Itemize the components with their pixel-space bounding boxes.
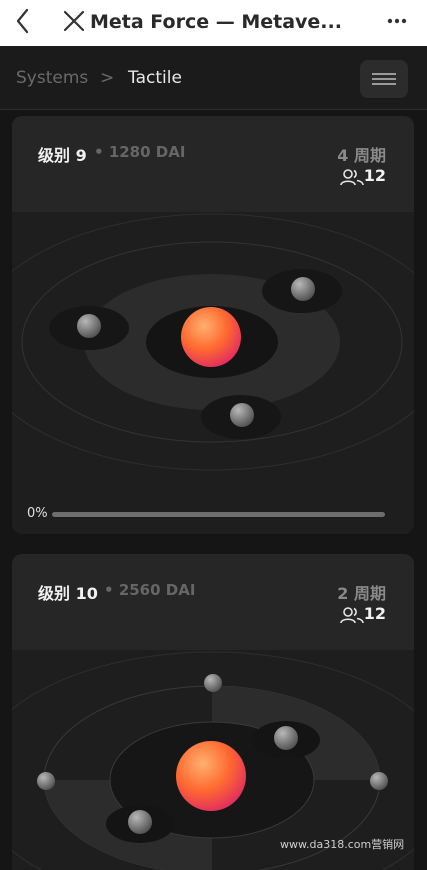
hamburger-menu-icon[interactable] (360, 60, 408, 98)
level-price: • 1280 DAI (94, 143, 186, 161)
level-label: 级别 9 (38, 146, 87, 165)
participant-count: 12 (363, 604, 386, 623)
level-price: • 2560 DAI (104, 581, 196, 599)
page-title: Meta Force — Metave... (90, 11, 342, 33)
breadcrumb-systems-link[interactable]: Systems (16, 68, 88, 88)
level-card-header: 级别 10 • 2560 DAI 2 周期 12 (12, 554, 414, 650)
filled-slot-top-right (291, 277, 315, 301)
matrix-visual (12, 213, 414, 471)
more-horizontal-icon[interactable] (380, 6, 414, 36)
breadcrumb-current: Tactile (128, 68, 182, 88)
cycle-count: 2 周期 (337, 584, 386, 603)
breadcrumb-separator: > (100, 68, 115, 88)
cycle-count: 4 周期 (337, 146, 386, 165)
filled-slot-right (370, 772, 388, 790)
filled-slot-left (77, 314, 101, 338)
filled-slot-upper-right (274, 726, 298, 750)
progress-bar (52, 512, 385, 517)
breadcrumb: Systems > Tactile (0, 46, 427, 110)
filled-slot-left (37, 772, 55, 790)
filled-slot-top (204, 674, 222, 692)
level-card-header: 级别 9 • 1280 DAI 4 周期 12 (12, 116, 414, 212)
filled-slot-lower-left (128, 810, 152, 834)
users-icon (340, 169, 364, 186)
level-label: 级别 10 (38, 584, 98, 603)
watermark: www.da318.com营销网 (280, 838, 405, 851)
users-icon (340, 607, 364, 624)
browser-top-bar: Meta Force — Metave... (0, 0, 427, 46)
close-icon[interactable] (60, 6, 88, 36)
filled-slot-bottom (230, 403, 254, 427)
participant-count: 12 (363, 166, 386, 185)
chevron-left-icon[interactable] (8, 6, 38, 36)
center-orb (176, 741, 246, 811)
level-card-9[interactable]: 级别 9 • 1280 DAI 4 周期 12 0% (12, 116, 414, 534)
center-orb (181, 307, 241, 367)
progress-label: 0% (27, 506, 48, 521)
level-card-10[interactable]: 级别 10 • 2560 DAI 2 周期 12 (12, 554, 414, 870)
